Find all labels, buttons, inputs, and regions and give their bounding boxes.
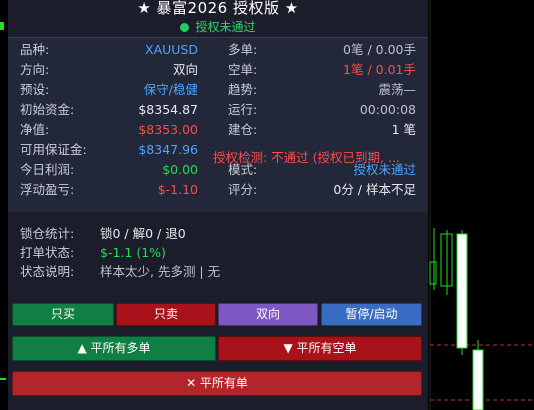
order-value: $-1.1 (1%) xyxy=(100,245,166,260)
left_rows-value: $8354.87 xyxy=(138,102,198,117)
right_rows-label: 空单: xyxy=(228,62,258,77)
lock-label: 锁仓统计: xyxy=(20,226,75,241)
candle xyxy=(456,233,468,349)
left_rows-label: 可用保证金: xyxy=(20,142,87,157)
close-all-button[interactable]: ✕ 平所有单 xyxy=(12,371,422,396)
buy-only-button[interactable]: 只买 xyxy=(12,303,114,326)
left_rows-value: 双向 xyxy=(172,62,198,77)
left_rows-label: 浮动盈亏: xyxy=(20,182,75,197)
candle xyxy=(472,349,484,410)
left_rows-value: $8347.96 xyxy=(138,142,198,157)
right_rows-value: 1 笔 xyxy=(391,122,416,137)
status-dot-icon xyxy=(180,23,190,32)
close-all-long-button[interactable]: ▲ 平所有多单 xyxy=(12,336,216,361)
left_rows-value: $8353.00 xyxy=(138,122,198,137)
edge-marker xyxy=(0,378,6,380)
info-section: 品种: XAUUSD 方向: 双向预设: 保守/稳健初始资金: $8354.87 净值: $8… xyxy=(8,38,428,212)
sell-only-button[interactable]: 只卖 xyxy=(116,303,216,326)
left_rows-label: 今日利润: xyxy=(20,162,75,177)
right_rows-value: 0分 / 样本不足 xyxy=(333,182,416,197)
right_rows-label: 趋势: xyxy=(228,82,258,97)
right_rows-label: 建仓: xyxy=(228,122,258,137)
panel-title: ★ 暴富2026 授权版 ★ xyxy=(137,0,299,17)
both-direction-button[interactable]: 双向 xyxy=(218,303,318,326)
left_rows-label: 品种: xyxy=(20,42,50,57)
right_rows-label: 评分: xyxy=(228,182,258,197)
left_rows-label: 初始资金: xyxy=(20,102,75,117)
auth-detail: 授权检测: 不通过 (授权已到期, ... xyxy=(213,150,400,165)
right_rows-value: 00:00:08 xyxy=(359,102,416,117)
left_rows-value: 保守/稳健 xyxy=(143,82,198,97)
auth-status: 授权未通过 xyxy=(8,19,428,36)
edge-marker xyxy=(0,22,4,30)
left_rows-label: 净值: xyxy=(20,122,50,137)
right_rows-value: 0笔 / 0.00手 xyxy=(343,42,416,57)
lock-value: 锁0 / 解0 / 退0 xyxy=(100,226,186,241)
state-label: 状态说明: xyxy=(20,264,75,279)
right_rows-value: 1笔 / 0.01手 xyxy=(343,62,416,77)
auth-status-text: 授权未通过 xyxy=(195,20,256,34)
order-label: 打单状态: xyxy=(20,245,75,260)
left_rows-value: $0.00 xyxy=(162,162,198,177)
right_rows-label: 运行: xyxy=(228,102,258,117)
ea-panel: ★ 暴富2026 授权版 ★ 授权未通过 品种: XAUUSD 方向: 双向 预设: 保守… xyxy=(8,0,428,410)
left_rows-label: 方向: xyxy=(20,62,50,77)
left_rows-label: 预设: xyxy=(20,82,50,97)
left_rows-value: $-1.10 xyxy=(157,182,198,197)
pause-start-button[interactable]: 暂停/启动 xyxy=(321,303,422,326)
right_rows-label: 多单: xyxy=(228,42,258,57)
left_rows-value: XAUUSD xyxy=(145,42,198,57)
right_rows-value: 震荡— xyxy=(378,82,416,97)
close-all-short-button[interactable]: ▼ 平所有空单 xyxy=(218,336,422,361)
state-value: 样本太少, 先多测 | 无 xyxy=(100,264,221,279)
